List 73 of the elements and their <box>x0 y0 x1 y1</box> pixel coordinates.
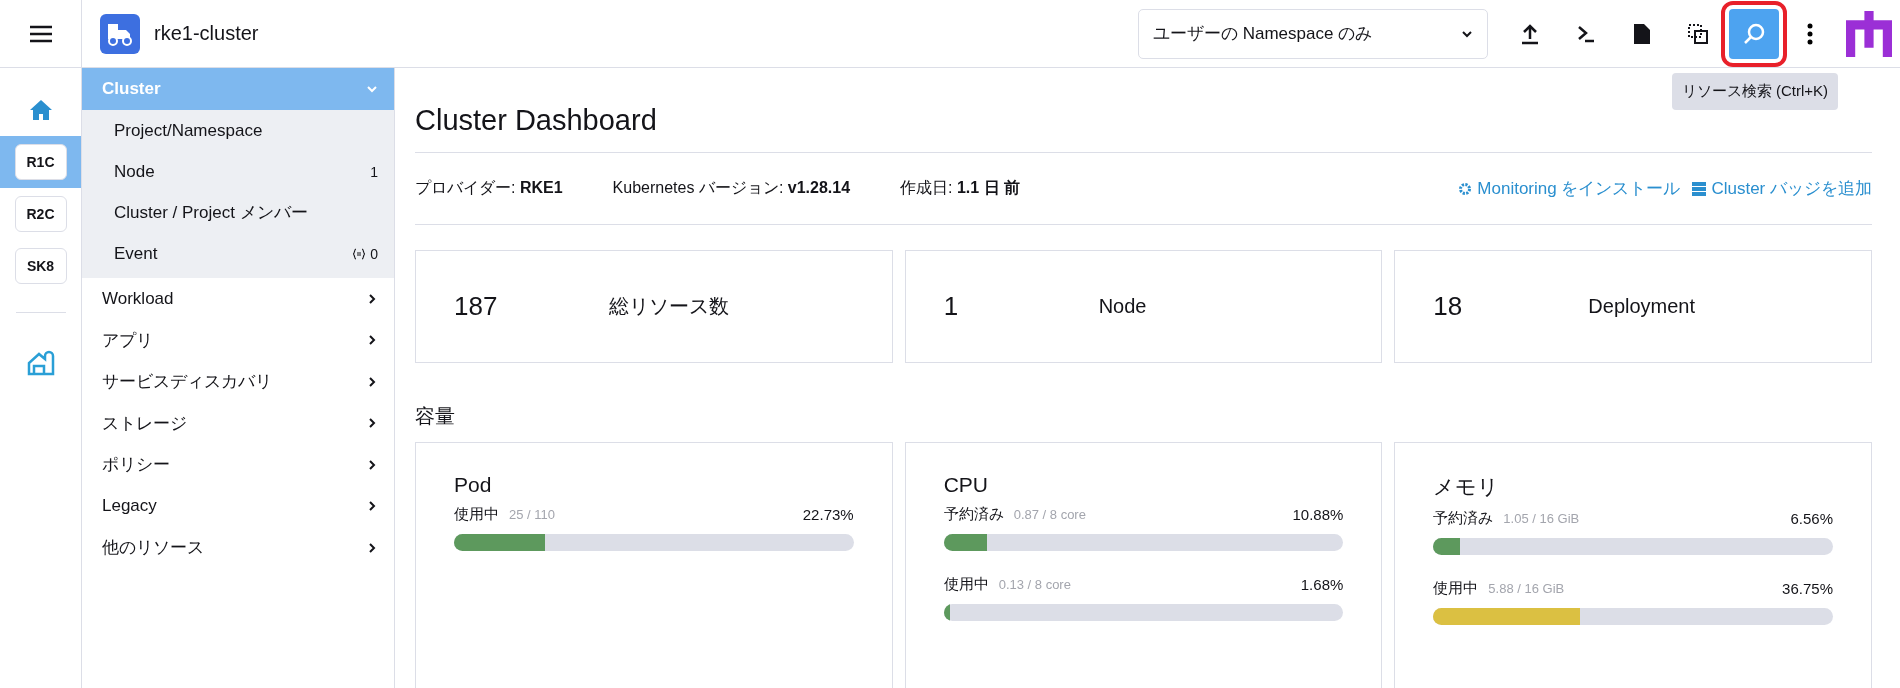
rail-item[interactable]: R2C <box>0 188 81 240</box>
capacity-title: メモリ <box>1433 474 1501 500</box>
menu-icon[interactable] <box>29 24 52 43</box>
rail-item[interactable]: R1C <box>0 136 81 188</box>
cluster-logo <box>100 13 140 54</box>
file-icon <box>1634 23 1650 44</box>
meter-detail: 1.05 / 16 GiB <box>1503 511 1581 526</box>
cluster-info: Kubernetes バージョン: v1.28.14 <box>612 178 851 198</box>
list-icon <box>1692 181 1707 196</box>
terminal-icon <box>1577 24 1595 43</box>
cluster-badge[interactable]: SK8 <box>14 248 67 284</box>
copy-icon <box>1688 23 1708 44</box>
nav-item[interactable]: Workload <box>82 278 394 320</box>
chevron-down-icon <box>366 83 378 95</box>
cluster-info: 作成日: 1.1 日 前 <box>900 178 1021 198</box>
nav-subitem[interactable]: Cluster / Project メンバー <box>82 192 394 233</box>
nav-item[interactable]: 他のリソース <box>82 527 394 569</box>
meter-detail: 0.13 / 8 core <box>998 577 1072 592</box>
home-icon[interactable] <box>28 99 53 121</box>
chevron-right-icon <box>366 541 378 554</box>
cluster-badge[interactable]: R1C <box>14 144 67 180</box>
meter-label: 予約済み <box>943 505 1004 524</box>
meter-percent: 6.56% <box>1790 510 1833 527</box>
nav-count: 0 <box>370 245 378 262</box>
meter-percent: 10.88% <box>1292 506 1344 523</box>
rail-item[interactable]: SK8 <box>0 240 81 292</box>
meter-percent: 36.75% <box>1782 580 1833 597</box>
action-link[interactable]: Monitoring をインストール <box>1458 177 1681 200</box>
meter-label: 予約済み <box>1433 509 1494 528</box>
capacity-title: Pod <box>454 473 493 497</box>
nav-item[interactable]: ストレージ <box>82 402 394 444</box>
avatar-icon[interactable] <box>1846 10 1892 57</box>
nav-item[interactable]: サービスディスカバリ <box>82 361 394 403</box>
meter-detail: 25 / 110 <box>509 507 557 522</box>
cluster-info: プロバイダー: RKE1 <box>415 178 563 198</box>
meter-detail: 0.87 / 8 core <box>1013 507 1087 522</box>
chevron-right-icon <box>366 417 378 430</box>
nav-count: 1 <box>370 163 378 180</box>
nav-item[interactable]: Legacy <box>82 485 394 527</box>
meter-detail: 5.88 / 16 GiB <box>1488 581 1566 596</box>
nav-subitem[interactable]: Project/Namespace <box>82 110 394 151</box>
meter-percent: 22.73% <box>802 506 854 523</box>
nav-subitem[interactable]: Event 0 <box>82 233 394 274</box>
chevron-right-icon <box>366 334 378 347</box>
namespace-filter[interactable]: ユーザーの Namespace のみ <box>1138 8 1488 59</box>
cluster-badge[interactable]: R2C <box>14 196 67 232</box>
nav-item[interactable]: アプリ <box>82 319 394 361</box>
meter-percent: 1.68% <box>1300 576 1344 593</box>
stat-label: 総リソース数 <box>609 294 729 319</box>
action-link[interactable]: Cluster バッジを追加 <box>1692 177 1872 200</box>
meter-label: 使用中 <box>454 505 499 524</box>
gear-icon <box>1458 181 1473 196</box>
stat-count: 18 <box>1433 291 1464 322</box>
chevron-right-icon <box>366 375 378 388</box>
chevron-right-icon <box>366 292 378 305</box>
stat-count: 187 <box>454 291 499 322</box>
chevron-right-icon <box>366 458 378 471</box>
meter-label: 使用中 <box>1433 579 1479 598</box>
chevron-right-icon <box>366 500 378 513</box>
stat-label: Deployment <box>1588 295 1696 318</box>
tooltip: リソース検索 (Ctrl+K) <box>1671 72 1838 110</box>
upload-icon <box>1520 22 1540 45</box>
search-icon <box>1743 22 1765 45</box>
stat-count: 1 <box>943 291 960 322</box>
cluster-house-icon[interactable] <box>26 350 55 376</box>
more-icon <box>1807 22 1813 45</box>
cluster-name: rke1-cluster <box>154 22 260 45</box>
capacity-title: CPU <box>943 473 989 497</box>
stat-label: Node <box>1098 295 1147 318</box>
section-title: 容量 <box>415 404 456 429</box>
nav-subitem[interactable]: Node 1 <box>82 151 394 192</box>
nav-item[interactable]: ポリシー <box>82 444 394 486</box>
meter-label: 使用中 <box>943 575 989 594</box>
